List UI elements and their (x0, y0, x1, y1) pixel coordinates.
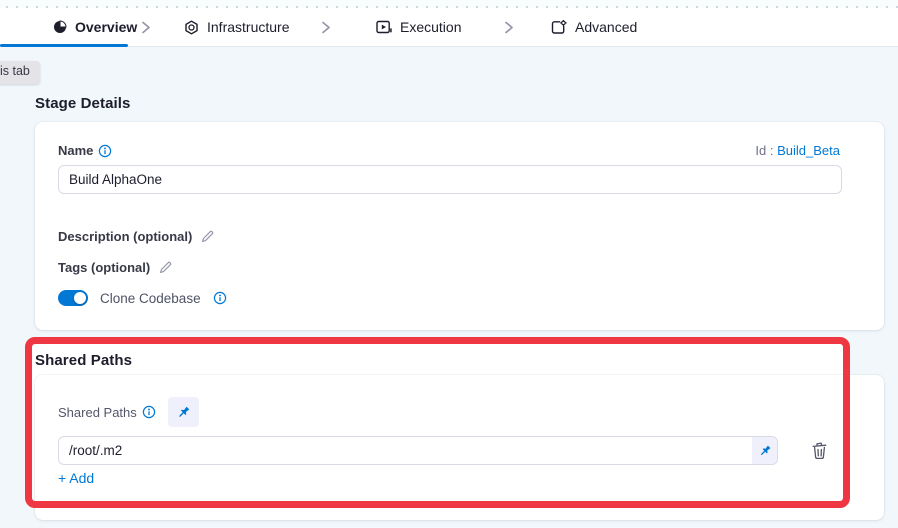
shared-paths-card: Shared Paths (35, 375, 884, 520)
play-box-icon (376, 20, 392, 34)
info-icon[interactable] (142, 405, 156, 419)
chevron-right-icon (321, 21, 331, 34)
edit-pencil-icon[interactable] (158, 260, 173, 275)
pin-field-type-segment[interactable] (752, 437, 777, 464)
active-tab-underline (0, 44, 128, 47)
chevron-right-icon (504, 21, 514, 34)
canvas-dotted-background (0, 0, 898, 8)
description-label: Description (optional) (58, 229, 192, 244)
tooltip-fragment-text: is tab (0, 64, 30, 78)
delete-path-button[interactable] (806, 437, 832, 463)
stage-id-row: Id : Build_Beta (755, 143, 840, 158)
id-value-link[interactable]: Build_Beta (777, 143, 840, 158)
info-icon[interactable] (213, 291, 227, 305)
stage-overview-page: Overview Infrastructure (0, 0, 898, 528)
shared-paths-heading: Shared Paths (35, 352, 132, 369)
id-label: Id : (755, 143, 773, 158)
box-gear-icon (551, 20, 567, 35)
tab-overview[interactable]: Overview (53, 8, 137, 46)
stage-details-heading: Stage Details (35, 95, 131, 112)
tab-advanced-label: Advanced (575, 19, 637, 35)
clone-codebase-row: Clone Codebase (58, 290, 227, 306)
chevron-right-icon (141, 21, 151, 34)
shared-paths-field-label: Shared Paths (58, 405, 137, 420)
name-label-row: Name (58, 143, 112, 158)
pushpin-icon (758, 444, 772, 458)
shared-path-input[interactable] (59, 437, 752, 464)
trash-icon (810, 440, 829, 461)
edit-pencil-icon[interactable] (200, 229, 215, 244)
tooltip-fragment: is tab (0, 61, 40, 84)
tab-execution-label: Execution (400, 19, 461, 35)
stage-tabbar: Overview Infrastructure (0, 8, 898, 47)
shared-path-input-wrap (58, 436, 778, 465)
stage-name-input[interactable] (58, 165, 842, 194)
description-row: Description (optional) (58, 229, 215, 244)
overview-pie-icon (53, 20, 67, 34)
stage-details-card: Name Id : Build_Beta Description (option… (35, 122, 884, 330)
tags-label: Tags (optional) (58, 260, 150, 275)
tab-execution[interactable]: Execution (376, 8, 461, 46)
tab-overview-label: Overview (75, 19, 137, 35)
tab-infrastructure[interactable]: Infrastructure (184, 8, 289, 46)
clone-codebase-label: Clone Codebase (100, 291, 201, 306)
shared-paths-label-row: Shared Paths (58, 397, 199, 427)
pin-input-type-button[interactable] (168, 397, 199, 427)
tab-advanced[interactable]: Advanced (551, 8, 637, 46)
add-path-link[interactable]: + Add (58, 470, 94, 486)
hexagon-icon (184, 20, 199, 35)
pushpin-icon (176, 405, 191, 420)
info-icon[interactable] (98, 144, 112, 158)
name-label: Name (58, 143, 93, 158)
toggle-knob (74, 292, 86, 304)
tab-infrastructure-label: Infrastructure (207, 19, 289, 35)
tags-row: Tags (optional) (58, 260, 173, 275)
clone-codebase-toggle[interactable] (58, 290, 88, 306)
